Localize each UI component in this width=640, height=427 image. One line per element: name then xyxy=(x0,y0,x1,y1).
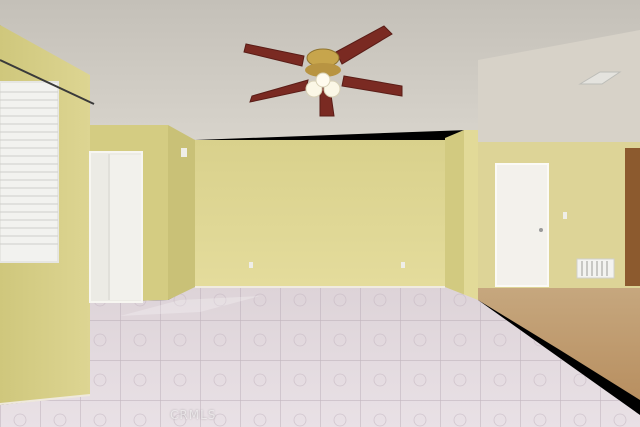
interior-door xyxy=(495,163,549,287)
wall-outlet-2 xyxy=(401,262,405,268)
wood-door-frame xyxy=(625,148,640,286)
watermark-text: CRMLS xyxy=(170,408,217,422)
room-illustration xyxy=(0,0,640,427)
wall-switch-right xyxy=(563,212,567,219)
closet-door xyxy=(89,151,143,303)
back-wall xyxy=(195,140,445,287)
fan-light-globe xyxy=(315,72,331,88)
wall-pillar xyxy=(445,130,464,300)
wall-pillar-front xyxy=(464,130,478,300)
wall-outlet xyxy=(249,262,253,268)
wall-vent xyxy=(576,258,615,279)
room-photo: CRMLS xyxy=(0,0,640,427)
light-switch xyxy=(181,148,187,157)
